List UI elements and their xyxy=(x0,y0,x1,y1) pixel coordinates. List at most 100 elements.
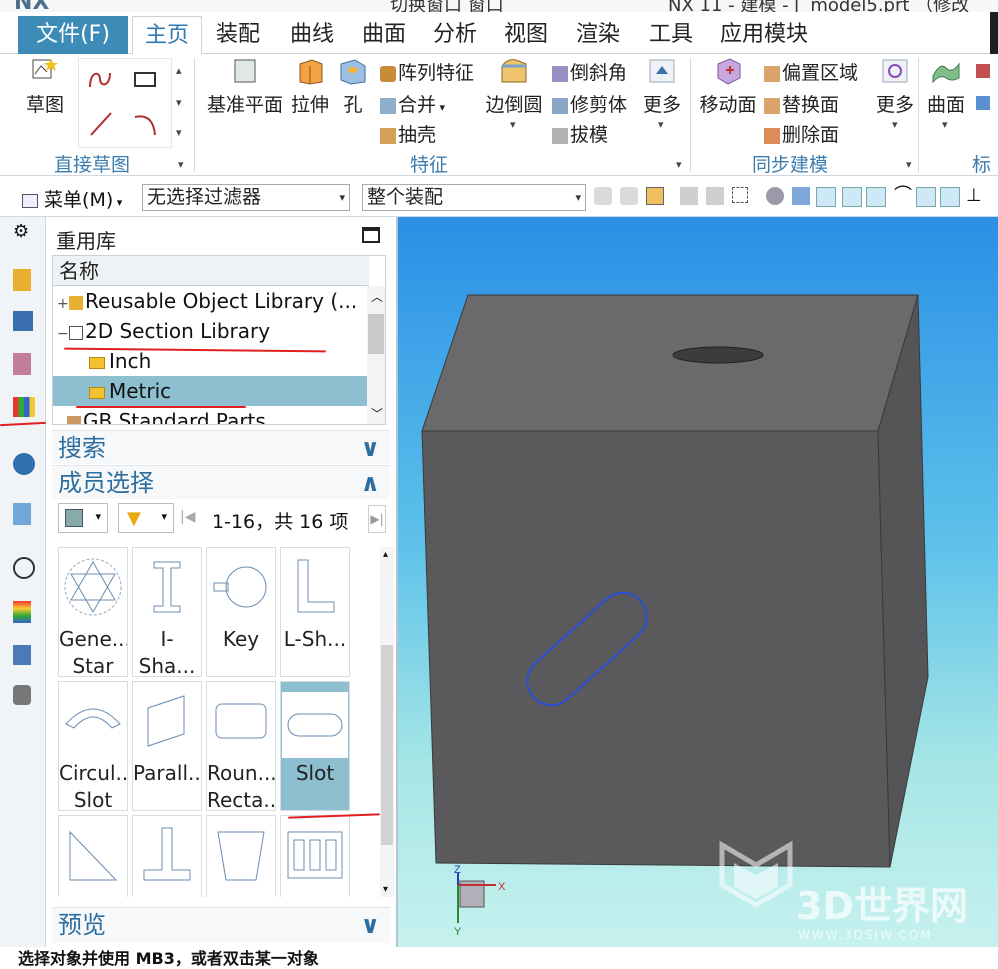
view-mode-button[interactable]: ▾ xyxy=(58,503,108,533)
tree-item-metric[interactable]: Metric xyxy=(53,376,369,406)
collapse-icon[interactable]: − xyxy=(57,319,69,349)
sync-more-button[interactable]: 更多 xyxy=(874,56,916,117)
intersection-snap-icon[interactable] xyxy=(916,187,936,207)
solid-filter-icon[interactable] xyxy=(792,187,810,205)
shell-button[interactable]: 抽壳 xyxy=(380,120,436,147)
member-trapezoid[interactable] xyxy=(206,815,276,897)
block-front-face[interactable] xyxy=(421,430,891,868)
expand-icon[interactable]: + xyxy=(57,289,69,319)
filter-tool-icon[interactable] xyxy=(680,187,698,205)
extrude-button[interactable]: 拉伸 xyxy=(290,56,330,117)
member-l-shape[interactable]: L-Sh... xyxy=(280,547,350,677)
chevron-up-icon[interactable]: ∧ xyxy=(361,466,381,500)
assembly-navigator-icon[interactable] xyxy=(13,269,31,291)
draft-button[interactable]: 拔模 xyxy=(552,120,608,147)
member-triangle[interactable] xyxy=(58,815,128,897)
selection-scope-dropdown[interactable]: 整个装配 ▾ xyxy=(362,184,586,211)
window-switch-label[interactable]: 切换窗口 窗口 xyxy=(390,0,504,12)
member-triple-slot[interactable] xyxy=(280,815,350,897)
tree-item-reusable-object-library[interactable]: + Reusable Object Library (... xyxy=(53,286,369,316)
tab-analysis[interactable]: 分析 xyxy=(429,16,481,54)
end-point-icon[interactable] xyxy=(842,187,862,207)
filter-tool-icon[interactable] xyxy=(594,187,612,205)
edge-blend-button[interactable]: 边倒圆 xyxy=(484,56,544,117)
feature-more-button[interactable]: 更多 xyxy=(642,56,682,117)
selection-filter-dropdown[interactable]: 无选择过滤器 ▾ xyxy=(142,184,350,211)
feature-more-dropdown-icon[interactable]: ▾ xyxy=(658,118,664,131)
surface-dropdown-icon[interactable]: ▾ xyxy=(942,118,948,131)
scroll-up-icon[interactable]: ▴ xyxy=(383,549,388,560)
tab-surface[interactable]: 曲面 xyxy=(358,16,410,54)
tab-home[interactable]: 主页 xyxy=(132,16,202,54)
tab-application[interactable]: 应用模块 xyxy=(716,16,812,54)
trim-body-button[interactable]: 修剪体 xyxy=(552,90,627,117)
tab-curve[interactable]: 曲线 xyxy=(286,16,338,54)
file-menu-button[interactable]: 文件(F) xyxy=(18,16,128,54)
feature-filter-icon[interactable] xyxy=(646,187,664,205)
sync-more-dropdown-icon[interactable]: ▾ xyxy=(892,118,898,131)
chevron-down-icon[interactable]: ∨ xyxy=(361,908,381,942)
feature-group-options-icon[interactable]: ▾ xyxy=(676,158,682,171)
rectangle-select-icon[interactable] xyxy=(732,187,748,203)
sphere-filter-icon[interactable] xyxy=(766,187,784,205)
scroll-down-icon[interactable]: ▾ xyxy=(383,884,388,895)
scroll-thumb[interactable] xyxy=(368,314,384,354)
web-browser-icon[interactable] xyxy=(13,453,35,475)
gallery-expand-icon[interactable]: ▾ xyxy=(176,126,182,139)
curve-snap-icon[interactable]: ⌒ xyxy=(894,187,912,205)
gear-icon[interactable]: ⚙ xyxy=(13,221,35,243)
menu-button[interactable]: 菜单(M) ▾ xyxy=(22,185,122,212)
member-key[interactable]: Key xyxy=(206,547,276,677)
tangent-snap-icon[interactable] xyxy=(940,187,960,207)
tab-view[interactable]: 视图 xyxy=(500,16,552,54)
preview-section[interactable]: 预览 ∨ xyxy=(52,907,390,943)
filter-button[interactable]: ▼ ▾ xyxy=(118,503,174,533)
sync-group-options-icon[interactable]: ▾ xyxy=(906,158,912,171)
edge-blend-dropdown-icon[interactable]: ▾ xyxy=(510,118,516,131)
tree-scrollbar[interactable]: ︿ ﹀ xyxy=(367,286,385,424)
member-t-shape[interactable] xyxy=(132,815,202,897)
reuse-library-icon[interactable] xyxy=(13,397,35,417)
history-palette-icon[interactable] xyxy=(13,503,31,525)
constraint-navigator-icon[interactable] xyxy=(13,311,33,331)
process-studio-icon[interactable] xyxy=(13,645,31,665)
pattern-feature-button[interactable]: 阵列特征 xyxy=(380,58,474,85)
member-scrollbar[interactable]: ▴ ▾ xyxy=(380,547,394,897)
ribbon-extra-icon[interactable] xyxy=(976,64,990,78)
member-i-shape[interactable]: I-Sha... xyxy=(132,547,202,677)
snap-tools[interactable]: ⌒ ⊥ xyxy=(594,187,994,209)
surface-button[interactable]: 曲面 xyxy=(926,56,966,117)
tree-column-header[interactable]: 名称 xyxy=(53,256,369,286)
clock-icon[interactable] xyxy=(13,557,35,579)
offset-region-button[interactable]: 偏置区域 xyxy=(764,58,858,85)
tab-tools[interactable]: 工具 xyxy=(645,16,697,54)
point-snap-icon[interactable] xyxy=(816,187,836,207)
next-page-icon[interactable]: ▶| xyxy=(368,505,386,533)
chamfer-button[interactable]: 倒斜角 xyxy=(552,58,627,85)
member-parallelogram[interactable]: Parall... xyxy=(132,681,202,811)
tree-item-gb-standard-parts[interactable]: GB Standard Parts xyxy=(53,406,369,424)
scroll-up-icon[interactable]: ︿ xyxy=(371,288,383,305)
unite-button[interactable]: 合并 ▾ xyxy=(380,90,445,117)
filter-tool-icon[interactable] xyxy=(706,187,724,205)
mid-point-icon[interactable] xyxy=(866,187,886,207)
scroll-thumb[interactable] xyxy=(381,645,393,845)
chevron-down-icon[interactable]: ∨ xyxy=(361,431,381,465)
scroll-down-icon[interactable]: ﹀ xyxy=(371,405,383,422)
member-select-section[interactable]: 成员选择 ∧ xyxy=(52,465,390,499)
datum-plane-button[interactable]: 基准平面 xyxy=(205,56,285,117)
block-top-face[interactable] xyxy=(421,294,919,432)
palette-icon[interactable] xyxy=(13,601,31,623)
member-general-star[interactable]: Gene... Star xyxy=(58,547,128,677)
scroll-up-icon[interactable]: ▴ xyxy=(176,64,182,77)
search-section[interactable]: 搜索 ∨ xyxy=(52,430,390,464)
maximize-icon[interactable] xyxy=(362,227,380,243)
replace-face-button[interactable]: 替换面 xyxy=(764,90,839,117)
tab-assembly[interactable]: 装配 xyxy=(212,16,264,54)
tree-item-2d-section-library[interactable]: −2D Section Library xyxy=(53,316,369,346)
member-slot[interactable]: Slot xyxy=(280,681,350,811)
move-face-button[interactable]: 移动面 xyxy=(698,56,758,117)
slot-hole[interactable] xyxy=(672,346,764,364)
ribbon-extra-icon-2[interactable] xyxy=(976,96,990,110)
hole-button[interactable]: 孔 xyxy=(336,56,370,117)
